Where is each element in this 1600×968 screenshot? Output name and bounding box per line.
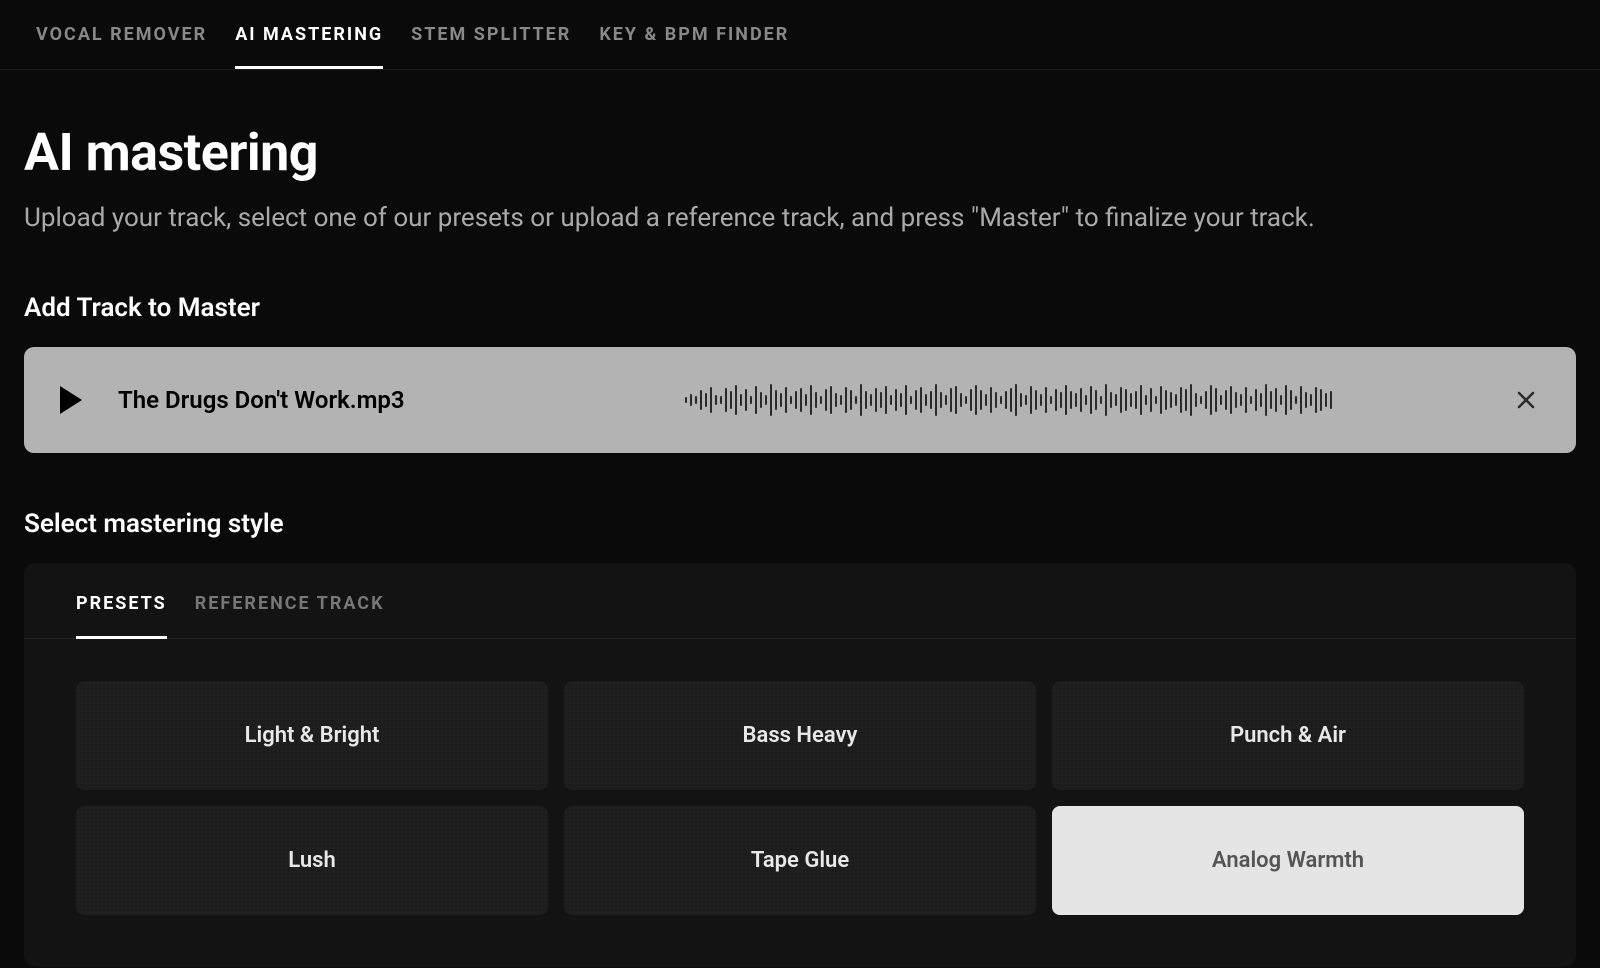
waveform[interactable] [561,375,1456,425]
preset-light-bright[interactable]: Light & Bright [76,681,548,790]
preset-lush[interactable]: Lush [76,806,548,915]
preset-bass-heavy[interactable]: Bass Heavy [564,681,1036,790]
style-tabs: Presets Reference Track [24,563,1576,639]
track-filename: The Drugs Don't Work.mp3 [118,386,405,414]
page-title: AI mastering [24,122,1576,183]
tab-reference-track[interactable]: Reference Track [195,593,385,638]
nav-stem-splitter[interactable]: Stem Splitter [411,0,571,69]
remove-track-button[interactable] [1512,386,1540,414]
nav-vocal-remover[interactable]: Vocal Remover [36,0,207,69]
add-track-title: Add Track to Master [24,293,1576,323]
tab-presets[interactable]: Presets [76,593,167,638]
play-button[interactable] [60,386,82,414]
preset-analog-warmth[interactable]: Analog Warmth [1052,806,1524,915]
track-card: The Drugs Don't Work.mp3 [24,347,1576,453]
main-content: AI mastering Upload your track, select o… [0,70,1600,967]
nav-ai-mastering[interactable]: AI Mastering [235,0,383,69]
top-navigation: Vocal Remover AI Mastering Stem Splitter… [0,0,1600,70]
select-style-title: Select mastering style [24,509,1576,539]
nav-key-bpm-finder[interactable]: Key & BPM Finder [599,0,789,69]
presets-grid: Light & Bright Bass Heavy Punch & Air Lu… [24,639,1576,967]
preset-punch-air[interactable]: Punch & Air [1052,681,1524,790]
page-subtitle: Upload your track, select one of our pre… [24,203,1576,233]
close-icon [1514,388,1538,412]
preset-tape-glue[interactable]: Tape Glue [564,806,1036,915]
style-panel: Presets Reference Track Light & Bright B… [24,563,1576,967]
